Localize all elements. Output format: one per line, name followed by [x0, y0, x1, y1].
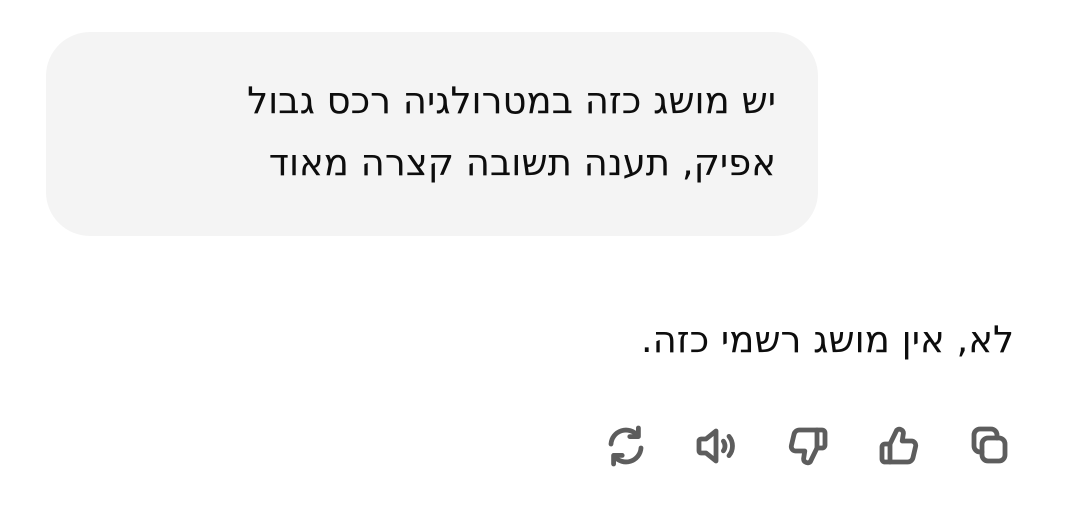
- regenerate-icon: [608, 425, 644, 467]
- read-aloud-icon: [696, 428, 735, 464]
- user-message-line-2: אפיק, תענה תשובה קצרה מאוד: [268, 141, 776, 184]
- chat-page: יש מושג כזה במטרולגיה רכס גבול אפיק, תענה…: [0, 0, 1080, 518]
- read-aloud-button[interactable]: [689, 418, 745, 474]
- thumbs-down-button[interactable]: [780, 418, 836, 474]
- user-message-bubble: יש מושג כזה במטרולגיה רכס גבול אפיק, תענה…: [46, 32, 818, 236]
- message-actions: [598, 418, 1018, 474]
- assistant-message-text: לא, אין מושג רשמי כזה.: [640, 318, 1014, 361]
- user-message-text: יש מושג כזה במטרולגיה רכס גבול אפיק, תענה…: [88, 70, 776, 194]
- regenerate-button[interactable]: [598, 418, 654, 474]
- copy-icon: [971, 426, 1008, 464]
- copy-button[interactable]: [962, 418, 1018, 474]
- thumbs-up-icon: [879, 426, 919, 465]
- thumbs-up-button[interactable]: [871, 418, 927, 474]
- thumbs-down-icon: [788, 427, 828, 466]
- user-message-line-1: יש מושג כזה במטרולגיה רכס גבול: [247, 79, 776, 122]
